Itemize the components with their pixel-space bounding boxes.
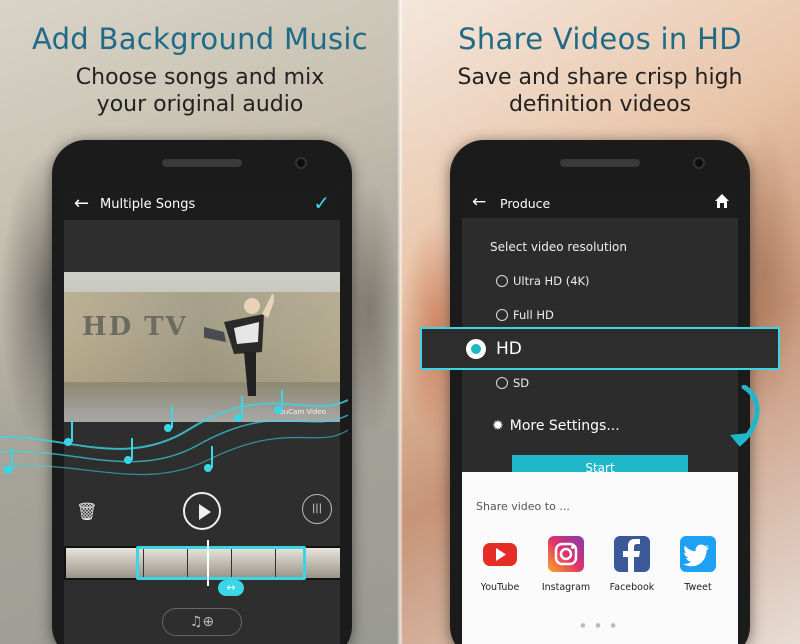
share-instagram[interactable]: Instagram [536, 536, 596, 593]
checkmark-icon[interactable]: ✓ [313, 191, 330, 215]
screen-title: Multiple Songs [100, 197, 196, 212]
hd-option-label: HD [496, 339, 522, 359]
share-label: Facebook [609, 582, 655, 593]
option-sd[interactable]: SD [496, 376, 529, 390]
arrow-left-icon[interactable]: ← [74, 193, 89, 214]
home-icon[interactable] [714, 193, 730, 209]
video-preview[interactable]: HD TV YouCam Video [64, 272, 340, 422]
option-full-hd[interactable]: Full HD [496, 308, 554, 322]
dancer-figure [204, 294, 274, 396]
hd-option-callout[interactable]: HD [420, 327, 780, 370]
option-label: Full HD [513, 308, 554, 322]
more-settings-label: More Settings... [509, 418, 620, 434]
music-feature-panel: Add Background Music Choose songs and mi… [0, 0, 400, 644]
radio-icon[interactable] [496, 275, 508, 287]
option-label: SD [513, 376, 530, 390]
panel-divider [397, 0, 403, 644]
app-bar: ← Produce [462, 188, 738, 218]
playback-controls: 🗑 ||| [64, 488, 340, 548]
share-feature-panel: Share Videos in HD Save and share crisp … [400, 0, 800, 644]
phone-frame: ← Multiple Songs ✓ HD TV YouCam Video 🗑 … [52, 140, 352, 644]
phone-camera [693, 157, 705, 169]
share-label: Tweet [684, 582, 712, 593]
drag-handle-icon[interactable]: ↔ [218, 580, 244, 596]
add-music-button[interactable]: ♫⊕ [162, 608, 242, 636]
play-icon[interactable] [183, 492, 221, 530]
phone-frame: ← Produce Select video resolution Ultra … [450, 140, 750, 644]
phone-screen: ← Multiple Songs ✓ HD TV YouCam Video 🗑 … [64, 188, 340, 644]
app-bar: ← Multiple Songs ✓ [64, 188, 340, 220]
curved-arrow-icon [730, 385, 760, 447]
resolution-label: Select video resolution [490, 240, 627, 254]
phone-speaker [560, 159, 640, 167]
share-youtube[interactable]: YouTube [470, 536, 530, 593]
share-facebook[interactable]: Facebook [602, 536, 662, 593]
radio-icon[interactable] [496, 377, 508, 389]
share-headline: Share Videos in HD [458, 22, 742, 56]
clip-timeline[interactable] [64, 540, 340, 586]
share-sheet: Share video to ... YouTube Instagram Fac… [462, 472, 738, 644]
page-indicator: ● ● ● [580, 622, 620, 629]
music-headline: Add Background Music [31, 22, 369, 56]
share-subline: Save and share crisp high definition vid… [457, 65, 743, 117]
phone-camera [295, 157, 307, 169]
option-ultra-hd[interactable]: Ultra HD (4K) [496, 274, 590, 288]
arrow-left-icon[interactable]: ← [472, 192, 486, 212]
gear-icon: ✹ [492, 418, 504, 434]
screen-title: Produce [500, 196, 551, 211]
music-subline: Choose songs and mix your original audio [75, 65, 325, 117]
instagram-icon [548, 536, 584, 572]
youtube-icon [482, 536, 518, 572]
share-twitter[interactable]: Tweet [668, 536, 728, 593]
share-title: Share video to ... [476, 500, 570, 513]
facebook-icon [614, 536, 650, 572]
phone-screen: ← Produce Select video resolution Ultra … [462, 188, 738, 644]
playhead[interactable] [207, 540, 209, 586]
trash-icon[interactable]: 🗑 [76, 502, 98, 522]
waveform-icon[interactable]: ||| [302, 494, 332, 524]
radio-icon[interactable] [496, 309, 508, 321]
phone-speaker [162, 159, 242, 167]
share-label: YouTube [480, 582, 520, 593]
radio-selected-icon[interactable] [466, 339, 486, 359]
more-settings-button[interactable]: ✹ More Settings... [492, 418, 620, 434]
share-label: Instagram [541, 582, 591, 593]
option-label: Ultra HD (4K) [513, 274, 590, 288]
timeline-selection[interactable] [136, 546, 306, 580]
timeline-thumbnail [304, 548, 340, 578]
twitter-icon [680, 536, 716, 572]
graffiti-text: HD TV [82, 312, 188, 342]
video-watermark: YouCam Video [276, 408, 326, 416]
